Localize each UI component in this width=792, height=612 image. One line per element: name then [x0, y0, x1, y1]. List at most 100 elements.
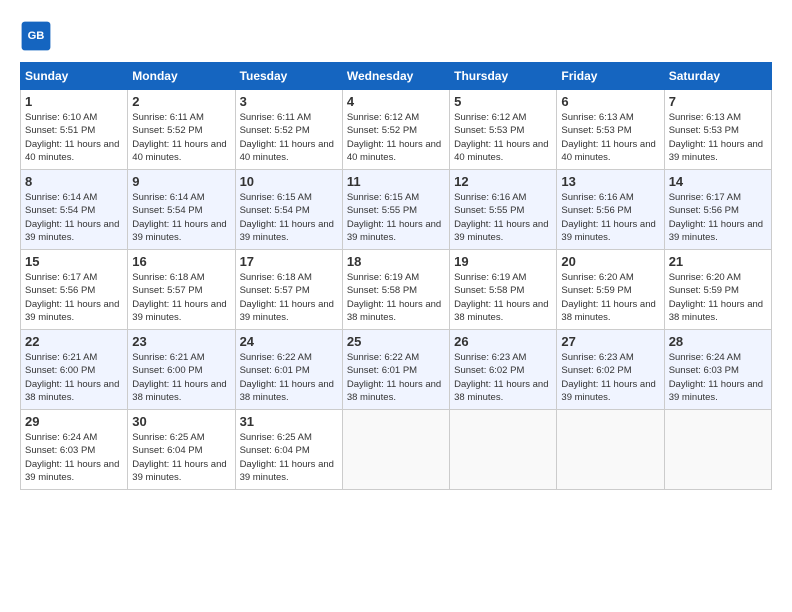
calendar-day-cell [557, 410, 664, 490]
svg-text:GB: GB [28, 30, 45, 42]
calendar-day-cell: 3 Sunrise: 6:11 AM Sunset: 5:52 PM Dayli… [235, 90, 342, 170]
calendar-day-cell: 2 Sunrise: 6:11 AM Sunset: 5:52 PM Dayli… [128, 90, 235, 170]
day-info: Sunrise: 6:14 AM Sunset: 5:54 PM Dayligh… [132, 191, 230, 244]
calendar-header-cell: Sunday [21, 63, 128, 90]
day-info: Sunrise: 6:20 AM Sunset: 5:59 PM Dayligh… [669, 271, 767, 324]
day-info: Sunrise: 6:18 AM Sunset: 5:57 PM Dayligh… [240, 271, 338, 324]
calendar-day-cell: 30 Sunrise: 6:25 AM Sunset: 6:04 PM Dayl… [128, 410, 235, 490]
calendar-day-cell: 8 Sunrise: 6:14 AM Sunset: 5:54 PM Dayli… [21, 170, 128, 250]
day-number: 2 [132, 94, 230, 109]
day-number: 8 [25, 174, 123, 189]
calendar-day-cell: 6 Sunrise: 6:13 AM Sunset: 5:53 PM Dayli… [557, 90, 664, 170]
day-number: 19 [454, 254, 552, 269]
calendar-day-cell: 7 Sunrise: 6:13 AM Sunset: 5:53 PM Dayli… [664, 90, 771, 170]
calendar-day-cell: 14 Sunrise: 6:17 AM Sunset: 5:56 PM Dayl… [664, 170, 771, 250]
day-number: 1 [25, 94, 123, 109]
day-info: Sunrise: 6:11 AM Sunset: 5:52 PM Dayligh… [240, 111, 338, 164]
day-number: 3 [240, 94, 338, 109]
day-number: 17 [240, 254, 338, 269]
day-info: Sunrise: 6:12 AM Sunset: 5:53 PM Dayligh… [454, 111, 552, 164]
calendar-day-cell: 5 Sunrise: 6:12 AM Sunset: 5:53 PM Dayli… [450, 90, 557, 170]
day-number: 25 [347, 334, 445, 349]
day-number: 11 [347, 174, 445, 189]
calendar-day-cell: 23 Sunrise: 6:21 AM Sunset: 6:00 PM Dayl… [128, 330, 235, 410]
calendar-day-cell: 27 Sunrise: 6:23 AM Sunset: 6:02 PM Dayl… [557, 330, 664, 410]
day-info: Sunrise: 6:14 AM Sunset: 5:54 PM Dayligh… [25, 191, 123, 244]
calendar-day-cell: 1 Sunrise: 6:10 AM Sunset: 5:51 PM Dayli… [21, 90, 128, 170]
day-number: 9 [132, 174, 230, 189]
day-info: Sunrise: 6:21 AM Sunset: 6:00 PM Dayligh… [25, 351, 123, 404]
day-number: 5 [454, 94, 552, 109]
day-info: Sunrise: 6:15 AM Sunset: 5:55 PM Dayligh… [347, 191, 445, 244]
calendar-day-cell: 29 Sunrise: 6:24 AM Sunset: 6:03 PM Dayl… [21, 410, 128, 490]
day-number: 6 [561, 94, 659, 109]
day-info: Sunrise: 6:13 AM Sunset: 5:53 PM Dayligh… [561, 111, 659, 164]
calendar-day-cell: 11 Sunrise: 6:15 AM Sunset: 5:55 PM Dayl… [342, 170, 449, 250]
calendar-day-cell: 16 Sunrise: 6:18 AM Sunset: 5:57 PM Dayl… [128, 250, 235, 330]
day-info: Sunrise: 6:17 AM Sunset: 5:56 PM Dayligh… [25, 271, 123, 324]
day-number: 21 [669, 254, 767, 269]
day-info: Sunrise: 6:23 AM Sunset: 6:02 PM Dayligh… [561, 351, 659, 404]
logo: GB [20, 20, 56, 52]
day-number: 15 [25, 254, 123, 269]
day-number: 10 [240, 174, 338, 189]
day-info: Sunrise: 6:19 AM Sunset: 5:58 PM Dayligh… [454, 271, 552, 324]
calendar-header-cell: Monday [128, 63, 235, 90]
calendar-day-cell [664, 410, 771, 490]
calendar-week-row: 29 Sunrise: 6:24 AM Sunset: 6:03 PM Dayl… [21, 410, 772, 490]
calendar-day-cell [342, 410, 449, 490]
day-number: 26 [454, 334, 552, 349]
calendar-day-cell: 17 Sunrise: 6:18 AM Sunset: 5:57 PM Dayl… [235, 250, 342, 330]
day-info: Sunrise: 6:20 AM Sunset: 5:59 PM Dayligh… [561, 271, 659, 324]
calendar-body: 1 Sunrise: 6:10 AM Sunset: 5:51 PM Dayli… [21, 90, 772, 490]
calendar-day-cell: 28 Sunrise: 6:24 AM Sunset: 6:03 PM Dayl… [664, 330, 771, 410]
day-number: 4 [347, 94, 445, 109]
calendar-day-cell: 19 Sunrise: 6:19 AM Sunset: 5:58 PM Dayl… [450, 250, 557, 330]
calendar-day-cell: 22 Sunrise: 6:21 AM Sunset: 6:00 PM Dayl… [21, 330, 128, 410]
calendar-day-cell: 31 Sunrise: 6:25 AM Sunset: 6:04 PM Dayl… [235, 410, 342, 490]
day-info: Sunrise: 6:18 AM Sunset: 5:57 PM Dayligh… [132, 271, 230, 324]
day-info: Sunrise: 6:17 AM Sunset: 5:56 PM Dayligh… [669, 191, 767, 244]
calendar-week-row: 22 Sunrise: 6:21 AM Sunset: 6:00 PM Dayl… [21, 330, 772, 410]
day-number: 22 [25, 334, 123, 349]
page-header: GB [20, 20, 772, 52]
day-info: Sunrise: 6:23 AM Sunset: 6:02 PM Dayligh… [454, 351, 552, 404]
calendar-day-cell: 9 Sunrise: 6:14 AM Sunset: 5:54 PM Dayli… [128, 170, 235, 250]
day-info: Sunrise: 6:24 AM Sunset: 6:03 PM Dayligh… [25, 431, 123, 484]
day-number: 24 [240, 334, 338, 349]
day-info: Sunrise: 6:12 AM Sunset: 5:52 PM Dayligh… [347, 111, 445, 164]
calendar-header-cell: Tuesday [235, 63, 342, 90]
day-number: 30 [132, 414, 230, 429]
day-info: Sunrise: 6:22 AM Sunset: 6:01 PM Dayligh… [347, 351, 445, 404]
day-info: Sunrise: 6:24 AM Sunset: 6:03 PM Dayligh… [669, 351, 767, 404]
calendar-day-cell: 10 Sunrise: 6:15 AM Sunset: 5:54 PM Dayl… [235, 170, 342, 250]
day-number: 29 [25, 414, 123, 429]
day-info: Sunrise: 6:21 AM Sunset: 6:00 PM Dayligh… [132, 351, 230, 404]
day-number: 14 [669, 174, 767, 189]
calendar-day-cell: 12 Sunrise: 6:16 AM Sunset: 5:55 PM Dayl… [450, 170, 557, 250]
calendar-header-cell: Saturday [664, 63, 771, 90]
day-info: Sunrise: 6:25 AM Sunset: 6:04 PM Dayligh… [132, 431, 230, 484]
calendar-header-cell: Friday [557, 63, 664, 90]
day-info: Sunrise: 6:16 AM Sunset: 5:55 PM Dayligh… [454, 191, 552, 244]
calendar-day-cell: 26 Sunrise: 6:23 AM Sunset: 6:02 PM Dayl… [450, 330, 557, 410]
day-number: 27 [561, 334, 659, 349]
day-number: 23 [132, 334, 230, 349]
day-number: 12 [454, 174, 552, 189]
day-number: 18 [347, 254, 445, 269]
day-info: Sunrise: 6:25 AM Sunset: 6:04 PM Dayligh… [240, 431, 338, 484]
calendar-day-cell: 24 Sunrise: 6:22 AM Sunset: 6:01 PM Dayl… [235, 330, 342, 410]
day-info: Sunrise: 6:11 AM Sunset: 5:52 PM Dayligh… [132, 111, 230, 164]
day-info: Sunrise: 6:16 AM Sunset: 5:56 PM Dayligh… [561, 191, 659, 244]
calendar-week-row: 15 Sunrise: 6:17 AM Sunset: 5:56 PM Dayl… [21, 250, 772, 330]
day-number: 7 [669, 94, 767, 109]
calendar-day-cell [450, 410, 557, 490]
calendar-day-cell: 25 Sunrise: 6:22 AM Sunset: 6:01 PM Dayl… [342, 330, 449, 410]
day-number: 16 [132, 254, 230, 269]
calendar-day-cell: 21 Sunrise: 6:20 AM Sunset: 5:59 PM Dayl… [664, 250, 771, 330]
calendar-day-cell: 13 Sunrise: 6:16 AM Sunset: 5:56 PM Dayl… [557, 170, 664, 250]
calendar-day-cell: 18 Sunrise: 6:19 AM Sunset: 5:58 PM Dayl… [342, 250, 449, 330]
day-info: Sunrise: 6:15 AM Sunset: 5:54 PM Dayligh… [240, 191, 338, 244]
calendar-week-row: 8 Sunrise: 6:14 AM Sunset: 5:54 PM Dayli… [21, 170, 772, 250]
calendar-header-cell: Wednesday [342, 63, 449, 90]
